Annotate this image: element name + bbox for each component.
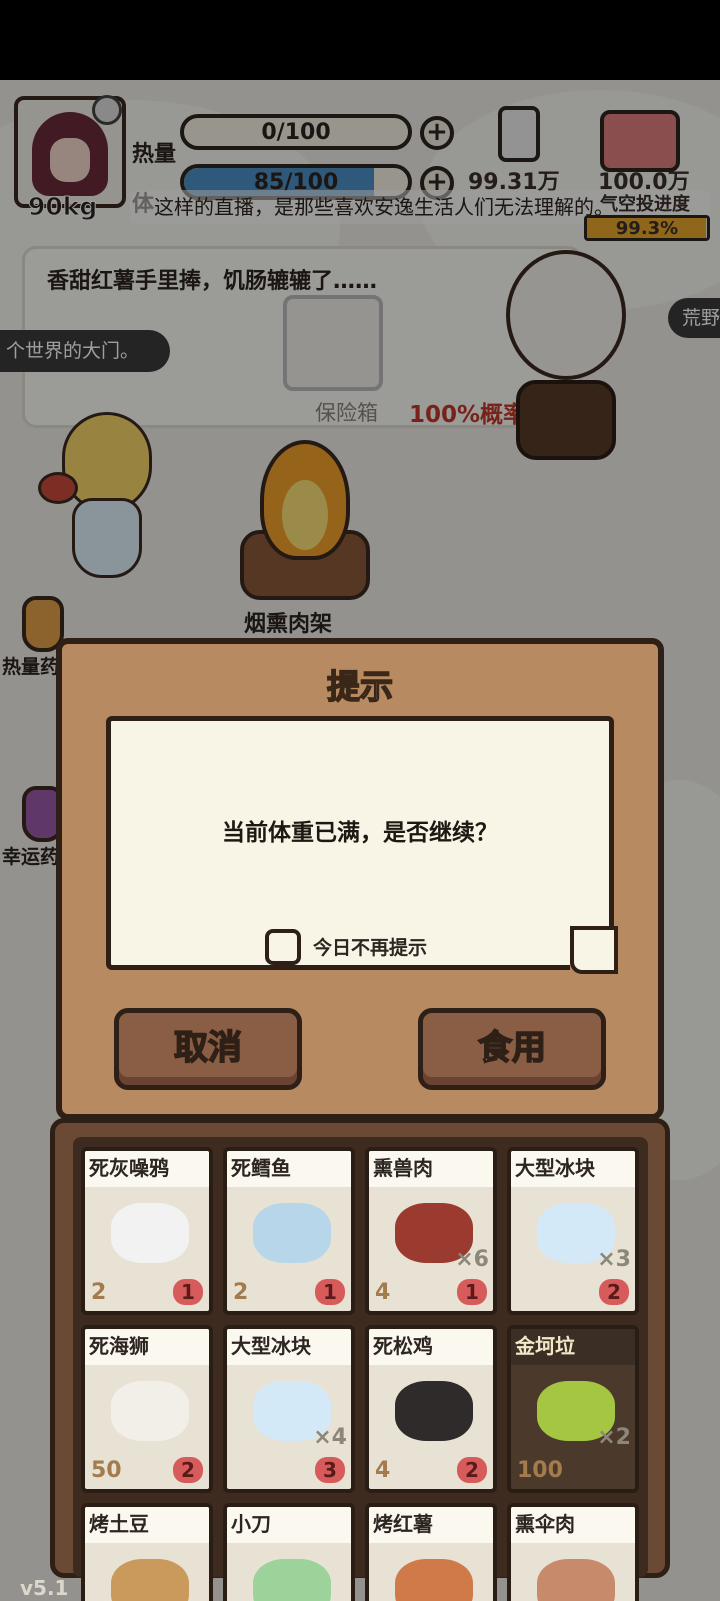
item-icon: [395, 1559, 473, 1601]
slot-weight-value: 2: [173, 1457, 203, 1483]
slot-name: 死海狮: [85, 1329, 209, 1365]
inventory-slot[interactable]: 烤红薯: [365, 1503, 497, 1601]
slot-quantity: ×3: [597, 1247, 631, 1272]
dialog-message: 当前体重已满，是否继续？: [222, 820, 498, 846]
slot-weight-value: 1: [315, 1279, 345, 1305]
inventory-slot[interactable]: 熏伞肉: [507, 1503, 639, 1601]
dont-show-today-label[interactable]: 今日不再提示: [313, 933, 427, 960]
item-icon: [111, 1203, 189, 1263]
inventory-slot[interactable]: 死灰噪鸦 2 1: [81, 1147, 213, 1315]
dialog-title: 提示: [326, 666, 394, 707]
inventory-panel: 死灰噪鸦 2 1 死鳕鱼 2 1 熏兽肉 ×6 4 1 大型冰块 ×3 2 死海狮 50 2 大型冰块 ×4 3 死松…: [50, 1118, 670, 1601]
paper-fold: [570, 926, 618, 974]
slot-name: 烤土豆: [85, 1507, 209, 1543]
slot-weight-value: 1: [457, 1279, 487, 1305]
item-icon: [395, 1381, 473, 1441]
confirm-dialog: 提示 当前体重已满，是否继续？ 今日不再提示 取消 食用: [56, 638, 664, 1120]
slot-calorie-value: 2: [233, 1280, 249, 1305]
status-bar: [0, 0, 720, 80]
slot-quantity: ×2: [597, 1425, 631, 1450]
inventory-slot[interactable]: 小刀: [223, 1503, 355, 1601]
inventory-slot[interactable]: 烤土豆: [81, 1503, 213, 1601]
item-icon: [111, 1559, 189, 1601]
item-icon: [537, 1559, 615, 1601]
eat-button[interactable]: 食用: [418, 1008, 606, 1090]
slot-name: 熏兽肉: [369, 1151, 493, 1187]
version-label: v5.1: [20, 1576, 69, 1600]
slot-weight-value: 2: [599, 1279, 629, 1305]
item-icon: [253, 1203, 331, 1263]
slot-quantity: ×6: [455, 1247, 489, 1272]
slot-calorie-value: 4: [375, 1280, 391, 1305]
slot-calorie-value: 2: [91, 1280, 107, 1305]
inventory-slot[interactable]: 死海狮 50 2: [81, 1325, 213, 1493]
inventory-slot[interactable]: 金坷垃 ×2 100: [507, 1325, 639, 1493]
item-icon: [111, 1381, 189, 1441]
slot-weight-value: 3: [315, 1457, 345, 1483]
slot-name: 死灰噪鸦: [85, 1151, 209, 1187]
inventory-slot[interactable]: 死松鸡 4 2: [365, 1325, 497, 1493]
slot-name: 烤红薯: [369, 1507, 493, 1543]
cancel-button[interactable]: 取消: [114, 1008, 302, 1090]
slot-calorie-value: 50: [91, 1458, 122, 1483]
inventory-slot[interactable]: 死鳕鱼 2 1: [223, 1147, 355, 1315]
slot-weight-value: 2: [457, 1457, 487, 1483]
slot-name: 小刀: [227, 1507, 351, 1543]
inventory-slot[interactable]: 大型冰块 ×3 2: [507, 1147, 639, 1315]
slot-name: 金坷垃: [511, 1329, 635, 1365]
slot-name: 熏伞肉: [511, 1507, 635, 1543]
item-icon: [253, 1559, 331, 1601]
dialog-message-panel: 当前体重已满，是否继续？ 今日不再提示: [106, 716, 618, 974]
inventory-grid: 死灰噪鸦 2 1 死鳕鱼 2 1 熏兽肉 ×6 4 1 大型冰块 ×3 2 死海狮 50 2 大型冰块 ×4 3 死松…: [73, 1137, 648, 1601]
dont-show-today-checkbox[interactable]: [265, 929, 301, 965]
slot-weight-value: 1: [173, 1279, 203, 1305]
slot-calorie-value: 100: [517, 1458, 563, 1483]
slot-name: 大型冰块: [511, 1151, 635, 1187]
slot-calorie-value: 4: [375, 1458, 391, 1483]
slot-quantity: ×4: [313, 1425, 347, 1450]
inventory-slot[interactable]: 熏兽肉 ×6 4 1: [365, 1147, 497, 1315]
slot-name: 死鳕鱼: [227, 1151, 351, 1187]
slot-name: 大型冰块: [227, 1329, 351, 1365]
slot-name: 死松鸡: [369, 1329, 493, 1365]
inventory-slot[interactable]: 大型冰块 ×4 3: [223, 1325, 355, 1493]
